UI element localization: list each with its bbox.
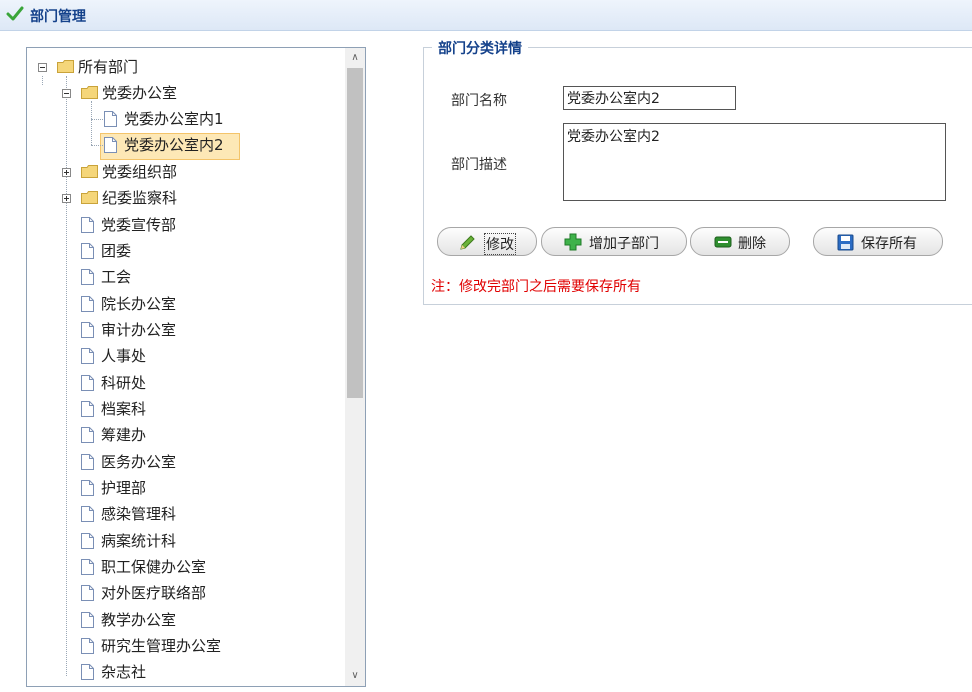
save-disk-icon [837,234,854,251]
tree-node-dept[interactable]: 教学办公室 [81,609,341,631]
expand-icon[interactable] [62,194,71,203]
edit-button[interactable]: 修改 [437,227,537,256]
file-icon [81,612,94,628]
file-icon [81,480,94,496]
file-icon [81,559,94,575]
checkmark-icon [6,6,24,21]
minus-icon [714,236,732,248]
file-icon [81,454,94,470]
file-icon [81,506,94,522]
scroll-up-arrow-icon[interactable]: ∧ [345,48,365,68]
tree-node-dept[interactable]: 审计办公室 [81,319,341,341]
tree-node-dept[interactable]: 人事处 [81,345,341,367]
file-icon [81,401,94,417]
folder-icon [57,60,74,73]
delete-button[interactable]: 删除 [690,227,790,256]
page-title: 部门管理 [30,9,86,25]
tree-node-dept[interactable]: 感染管理科 [81,503,341,525]
tree-node-selected[interactable]: 党委办公室内2 [104,134,324,156]
tree-node-dept[interactable]: 党委宣传部 [81,214,341,236]
file-icon [81,638,94,654]
file-icon [81,217,94,233]
save-all-button[interactable]: 保存所有 [813,227,943,256]
file-icon [81,664,94,680]
tree-node-dept[interactable]: 纪委监察科 [61,187,321,209]
tree-node-dept[interactable]: 对外医疗联络部 [81,582,341,604]
department-tree: 所有部门 党委办公室 党委办公室内1 党委办公室内2 党委组织部 纪委监察科 党… [26,47,366,687]
expand-icon[interactable] [62,168,71,177]
tree-node-dept[interactable]: 杂志社 [81,661,341,683]
tree-scrollbar[interactable]: ∧ ∨ [345,48,365,686]
pencil-icon [460,235,475,250]
collapse-icon[interactable] [62,89,71,98]
file-icon [81,296,94,312]
file-icon [81,375,94,391]
collapse-icon[interactable] [38,63,47,72]
scroll-thumb[interactable] [347,68,363,398]
file-icon [81,243,94,259]
tree-node-root[interactable]: 所有部门 [37,56,337,78]
file-icon [104,111,117,127]
add-child-department-button[interactable]: 增加子部门 [541,227,687,256]
tree-node-dept[interactable]: 团委 [81,240,341,262]
tree-node-dept[interactable]: 病案统计科 [81,530,341,552]
tree-node-dept[interactable]: 科研处 [81,372,341,394]
tree-node-dept[interactable]: 档案科 [81,398,341,420]
scroll-down-arrow-icon[interactable]: ∨ [345,666,365,686]
tree-node-dept[interactable]: 院长办公室 [81,293,341,315]
folder-icon [81,165,98,178]
tree-node-dept[interactable]: 党委组织部 [61,161,321,183]
file-icon [81,322,94,338]
tree-node-dept[interactable]: 医务办公室 [81,451,341,473]
tree-node-dept[interactable]: 护理部 [81,477,341,499]
detail-legend: 部门分类详情 [432,38,528,58]
file-icon [81,269,94,285]
file-icon [81,585,94,601]
tree-node-dept[interactable]: 党委办公室内1 [104,108,324,130]
file-icon [104,137,117,153]
tree-node-dept[interactable]: 筹建办 [81,424,341,446]
tree-line [91,119,103,120]
plus-icon [564,233,582,251]
folder-icon [81,191,98,204]
file-icon [81,348,94,364]
tree-node-dept[interactable]: 研究生管理办公室 [81,635,341,657]
file-icon [81,427,94,443]
page-header: 部门管理 [0,0,972,31]
department-description-input[interactable]: 党委办公室内2 [563,123,946,201]
name-label: 部门名称 [451,93,507,109]
tree-line [91,101,92,145]
description-label: 部门描述 [451,157,507,173]
tree-node-dept[interactable]: 工会 [81,266,341,288]
tree-node-dept[interactable]: 党委办公室 [61,82,321,104]
tree-line [91,145,103,146]
tree-content: 所有部门 党委办公室 党委办公室内1 党委办公室内2 党委组织部 纪委监察科 党… [27,48,345,686]
save-reminder-note: 注：修改完部门之后需要保存所有 [431,279,641,295]
department-name-input[interactable] [563,86,736,110]
tree-node-dept[interactable]: 职工保健办公室 [81,556,341,578]
file-icon [81,533,94,549]
folder-open-icon [81,86,98,99]
